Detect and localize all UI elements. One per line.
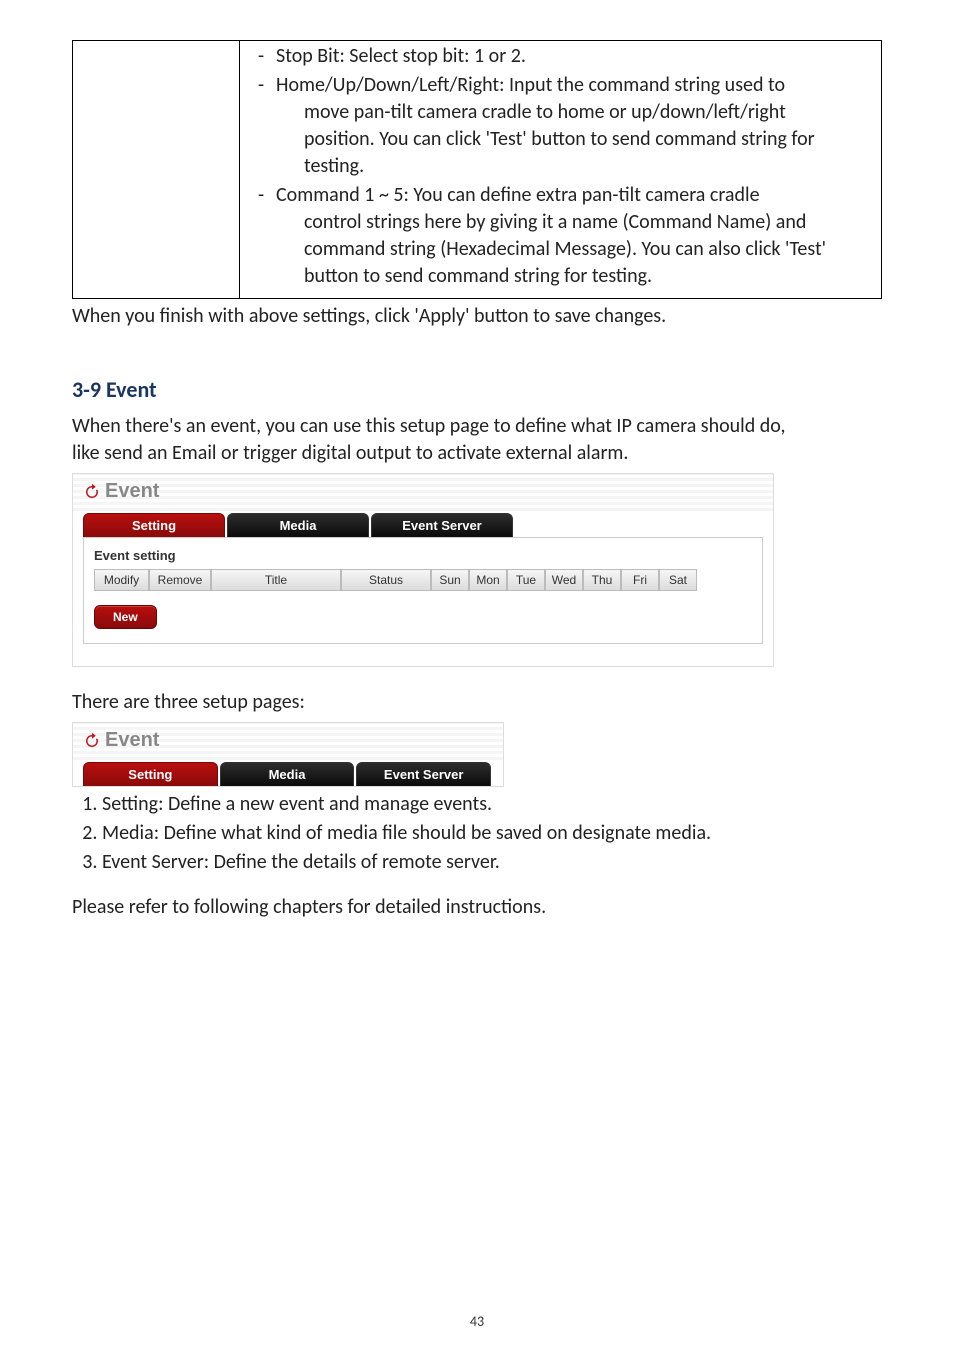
table-item-home: Home/Up/Down/Left/Right: Input the comma… [248, 72, 873, 180]
event-ui-header-small: Event [73, 723, 503, 760]
settings-table: Stop Bit: Select stop bit: 1 or 2. Home/… [72, 40, 882, 299]
col-status: Status [341, 569, 431, 591]
col-remove: Remove [149, 569, 211, 591]
setup-pages-list: Setting: Define a new event and manage e… [72, 791, 882, 876]
table-left-spacer [73, 41, 240, 299]
list-item-media: Media: Define what kind of media file sh… [102, 820, 882, 847]
table-item-command-l3: command string (Hexadecimal Message). Yo… [276, 236, 873, 263]
col-sun: Sun [431, 569, 469, 591]
table-item-command-l4: button to send command string for testin… [276, 263, 873, 290]
event-tabs-small: Setting Media Event Server [83, 762, 493, 786]
tab-media-small[interactable]: Media [220, 762, 355, 786]
event-ui-title: Event [105, 480, 159, 503]
table-item-command: Command 1 ~ 5: You can define extra pan-… [248, 182, 873, 290]
section-intro-l2: like send an Email or trigger digital ou… [72, 441, 628, 465]
col-tue: Tue [507, 569, 545, 591]
table-item-stop-bit: Stop Bit: Select stop bit: 1 or 2. [248, 43, 873, 70]
table-item-home-l1: Home/Up/Down/Left/Right: Input the comma… [276, 73, 785, 97]
tab-event-server-small[interactable]: Event Server [356, 762, 491, 786]
col-title: Title [211, 569, 341, 591]
table-item-home-l2: move pan-tilt camera cradle to home or u… [276, 99, 873, 126]
outro-text: Please refer to following chapters for d… [72, 894, 882, 921]
event-setting-panel-title: Event setting [94, 548, 752, 563]
event-ui-block-small: Event Setting Media Event Server [72, 722, 504, 787]
col-thu: Thu [583, 569, 621, 591]
event-ui-header: Event [73, 474, 773, 511]
event-ui-block: Event Setting Media Event Server Event s… [72, 473, 774, 667]
tab-setting[interactable]: Setting [83, 513, 225, 537]
page-number: 43 [0, 1313, 954, 1330]
table-item-home-l3: position. You can click 'Test' button to… [276, 126, 873, 153]
table-item-list: Stop Bit: Select stop bit: 1 or 2. Home/… [248, 43, 873, 290]
new-button[interactable]: New [94, 605, 157, 629]
list-item-setting: Setting: Define a new event and manage e… [102, 791, 882, 818]
col-fri: Fri [621, 569, 659, 591]
tab-setting-small[interactable]: Setting [83, 762, 218, 786]
three-setup-pages-text: There are three setup pages: [72, 689, 882, 716]
event-setting-panel: Event setting Modify Remove Title Status… [83, 537, 763, 644]
refresh-icon [83, 732, 101, 750]
col-wed: Wed [545, 569, 583, 591]
event-tabs: Setting Media Event Server [83, 513, 763, 537]
table-item-home-l4: testing. [276, 153, 873, 180]
table-content-cell: Stop Bit: Select stop bit: 1 or 2. Home/… [240, 41, 882, 299]
section-intro-l1: When there's an event, you can use this … [72, 414, 785, 438]
refresh-icon [83, 483, 101, 501]
section-heading-event: 3-9 Event [72, 376, 882, 403]
after-table-text: When you finish with above settings, cli… [72, 303, 882, 330]
col-mon: Mon [469, 569, 507, 591]
col-sat: Sat [659, 569, 697, 591]
event-table-header: Modify Remove Title Status Sun Mon Tue W… [94, 569, 752, 591]
table-item-command-l1: Command 1 ~ 5: You can define extra pan-… [276, 183, 760, 207]
tab-media[interactable]: Media [227, 513, 369, 537]
col-modify: Modify [94, 569, 149, 591]
table-item-command-l2: control strings here by giving it a name… [276, 209, 873, 236]
event-ui-title-small: Event [105, 729, 159, 752]
section-intro: When there's an event, you can use this … [72, 413, 882, 467]
list-item-event-server: Event Server: Define the details of remo… [102, 849, 882, 876]
tab-event-server[interactable]: Event Server [371, 513, 513, 537]
